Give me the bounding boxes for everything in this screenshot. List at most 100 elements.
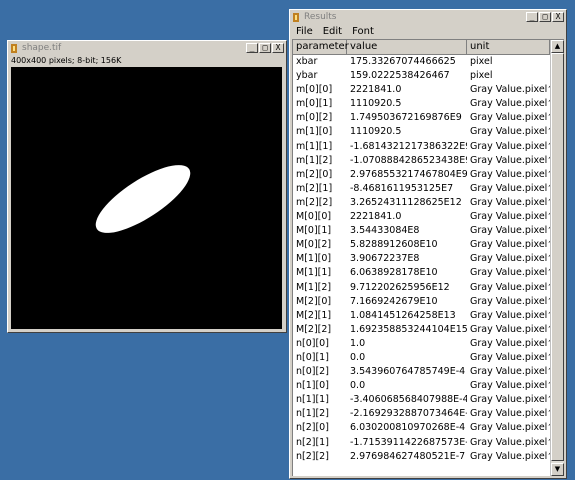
parameter-cell: xbar xyxy=(296,56,318,67)
value-cell: 175.33267074466625 xyxy=(350,56,456,67)
table-row[interactable]: ybar 159.0222538426467 pixel xyxy=(293,69,564,83)
results-window[interactable]: Results _ □ X File Edit Font parameter v… xyxy=(289,9,567,479)
unit-cell: Gray Value.pixel^2 xyxy=(470,239,550,251)
imagej-icon xyxy=(293,12,299,22)
parameter-cell: m[0][0] xyxy=(296,84,333,96)
parameter-cell: m[2][1] xyxy=(296,182,333,194)
value-cell: 2.976984627480521E-7 xyxy=(350,450,466,462)
unit-cell: Gray Value.pixel^0 xyxy=(470,84,550,96)
parameter-cell: n[2][1] xyxy=(296,436,329,448)
minimize-button[interactable]: _ xyxy=(246,43,258,53)
table-row[interactable]: M[2][0] 7.1669242679E10 Gray Value.pixel^2 xyxy=(293,295,564,309)
table-row[interactable]: m[0][0] 2221841.0 Gray Value.pixel^0 xyxy=(293,83,564,97)
table-row[interactable]: M[0][1] 3.54433084E8 Gray Value.pixel^1 xyxy=(293,224,564,238)
unit-cell: Gray Value.pixel^0 xyxy=(470,337,550,349)
value-cell: 159.0222538426467 xyxy=(350,70,450,82)
table-row[interactable]: m[1][0] 1110920.5 Gray Value.pixel^1 xyxy=(293,125,564,139)
results-window-titlebar[interactable]: Results _ □ X xyxy=(290,10,566,24)
unit-cell: Gray Value.pixel^4 xyxy=(470,196,550,208)
value-cell: 2221841.0 xyxy=(350,211,402,223)
results-menubar: File Edit Font xyxy=(290,24,566,38)
table-row[interactable]: n[0][0] 1.0 Gray Value.pixel^0 xyxy=(293,337,564,351)
unit-cell: Gray Value.pixel^3 xyxy=(470,309,550,321)
table-row[interactable]: M[1][1] 6.0638928178E10 Gray Value.pixel^2 xyxy=(293,266,564,280)
results-table: parameter value unit xbar 175.33267074466… xyxy=(292,39,564,476)
parameter-cell: n[2][0] xyxy=(296,422,329,434)
scrollbar-thumb[interactable] xyxy=(551,53,564,461)
table-row[interactable]: n[2][1] -1.7153911422687573E-5 Gray Value.… xyxy=(293,436,564,450)
scroll-down-arrow-icon[interactable]: ▼ xyxy=(551,463,564,476)
unit-cell: Gray Value.pixel^3 xyxy=(470,281,550,293)
parameter-cell: M[1][1] xyxy=(296,267,332,279)
vertical-scrollbar[interactable]: ▲ ▼ xyxy=(550,40,564,476)
value-cell: 1.0841451264258E13 xyxy=(350,309,456,321)
table-row[interactable]: m[2][0] 2.9768553217467804E9 Gray Value.pi… xyxy=(293,168,564,182)
parameter-cell: M[2][1] xyxy=(296,309,332,321)
table-row[interactable]: n[0][1] 0.0 Gray Value.pixel^1 xyxy=(293,351,564,365)
value-cell: -1.7153911422687573E-5 xyxy=(350,436,467,448)
scroll-up-arrow-icon[interactable]: ▲ xyxy=(551,40,564,53)
table-row[interactable]: m[0][2] 1.749503672169876E9 Gray Value.pix… xyxy=(293,111,564,125)
parameter-cell: m[2][0] xyxy=(296,168,333,180)
unit-cell: Gray Value.pixel^2 xyxy=(470,394,550,406)
shape-image-window[interactable]: shape.tif _ □ X 400x400 pixels; 8-bit; 1… xyxy=(7,40,287,333)
value-cell: 1.0 xyxy=(350,337,366,349)
table-row[interactable]: M[2][2] 1.692358853244104E15 Gray Value.pi… xyxy=(293,323,564,337)
close-button[interactable]: X xyxy=(552,12,564,22)
unit-cell: Gray Value.pixel^1 xyxy=(470,380,550,392)
column-header-unit[interactable]: unit xyxy=(467,40,550,55)
parameter-cell: m[1][1] xyxy=(296,140,333,152)
table-row[interactable]: m[0][1] 1110920.5 Gray Value.pixel^1 xyxy=(293,97,564,111)
column-header-value[interactable]: value xyxy=(347,40,467,55)
column-header-parameter[interactable]: parameter xyxy=(293,40,349,55)
menu-file[interactable]: File xyxy=(296,26,313,37)
parameter-cell: M[1][0] xyxy=(296,253,332,265)
unit-cell: Gray Value.pixel^1 xyxy=(470,225,550,237)
unit-cell: Gray Value.pixel^1 xyxy=(470,98,550,110)
value-cell: 1.692358853244104E15 xyxy=(350,323,467,335)
table-row[interactable]: M[0][2] 5.8288912608E10 Gray Value.pixel^2 xyxy=(293,238,564,252)
table-row[interactable]: n[0][2] 3.543960764785749E-4 Gray Value.pi… xyxy=(293,365,564,379)
table-row[interactable]: n[1][2] -2.1692932887073464E-4 Gray Value.… xyxy=(293,407,564,421)
table-row[interactable]: n[2][2] 2.976984627480521E-7 Gray Value.pi… xyxy=(293,450,564,464)
parameter-cell: n[0][1] xyxy=(296,351,329,363)
menu-font[interactable]: Font xyxy=(352,26,374,37)
unit-cell: Gray Value.pixel^2 xyxy=(470,112,550,124)
table-row[interactable]: m[2][2] 3.26524311128625E12 Gray Value.pix… xyxy=(293,196,564,210)
parameter-cell: ybar xyxy=(296,70,318,82)
table-row[interactable]: M[1][0] 3.90672237E8 Gray Value.pixel^1 xyxy=(293,252,564,266)
parameter-cell: M[2][0] xyxy=(296,295,332,307)
table-row[interactable]: n[2][0] 6.030200810970268E-4 Gray Value.pi… xyxy=(293,421,564,435)
parameter-cell: m[2][2] xyxy=(296,196,333,208)
value-cell: 6.030200810970268E-4 xyxy=(350,422,466,434)
parameter-cell: M[0][1] xyxy=(296,225,332,237)
table-row[interactable]: M[1][2] 9.712202625956E12 Gray Value.pixel… xyxy=(293,281,564,295)
value-cell: -1.0708884286523438E9 xyxy=(350,154,467,166)
value-cell: 3.543960764785749E-4 xyxy=(350,366,466,378)
table-row[interactable]: xbar 175.33267074466625 pixel xyxy=(293,55,564,69)
value-cell: 1.749503672169876E9 xyxy=(350,112,462,124)
table-row[interactable]: M[2][1] 1.0841451264258E13 Gray Value.pixe… xyxy=(293,309,564,323)
parameter-cell: M[1][2] xyxy=(296,281,332,293)
table-row[interactable]: m[1][1] -1.6814321217386322E9 Gray Value.p… xyxy=(293,140,564,154)
table-row[interactable]: n[1][1] -3.406068568407988E-4 Gray Value.p… xyxy=(293,393,564,407)
value-cell: -2.1692932887073464E-4 xyxy=(350,408,467,420)
value-cell: 1110920.5 xyxy=(350,98,402,110)
parameter-cell: n[1][1] xyxy=(296,394,329,406)
table-row[interactable]: m[1][2] -1.0708884286523438E9 Gray Value.p… xyxy=(293,154,564,168)
value-cell: 6.0638928178E10 xyxy=(350,267,438,279)
menu-edit[interactable]: Edit xyxy=(323,26,342,37)
minimize-button[interactable]: _ xyxy=(526,12,538,22)
maximize-button[interactable]: □ xyxy=(539,12,551,22)
table-row[interactable]: m[2][1] -8.4681611953125E7 Gray Value.pixe… xyxy=(293,182,564,196)
parameter-cell: M[0][0] xyxy=(296,211,332,223)
shape-window-titlebar[interactable]: shape.tif _ □ X xyxy=(8,41,286,55)
unit-cell: Gray Value.pixel^4 xyxy=(470,450,550,462)
value-cell: 0.0 xyxy=(350,380,366,392)
maximize-button[interactable]: □ xyxy=(259,43,271,53)
unit-cell: Gray Value.pixel^2 xyxy=(470,168,550,180)
image-canvas[interactable] xyxy=(11,67,282,329)
table-row[interactable]: M[0][0] 2221841.0 Gray Value.pixel^0 xyxy=(293,210,564,224)
table-row[interactable]: n[1][0] 0.0 Gray Value.pixel^1 xyxy=(293,379,564,393)
close-button[interactable]: X xyxy=(272,43,284,53)
